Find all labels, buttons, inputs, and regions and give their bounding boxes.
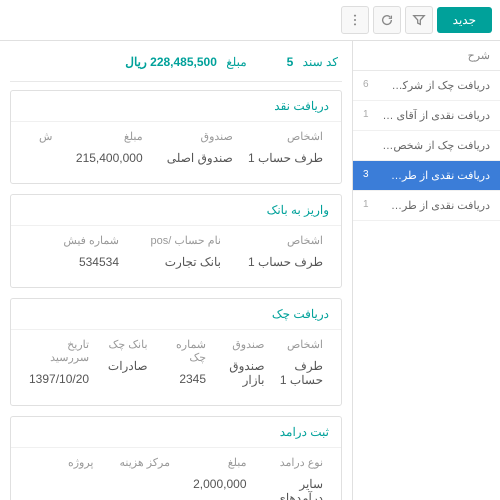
field-label: مبلغ <box>64 130 142 143</box>
sidebar-row-num: 6 <box>363 79 381 92</box>
sidebar-header: شرح <box>353 41 500 71</box>
field-value: 2345 <box>160 372 206 386</box>
sidebar-row-num: 1 <box>363 109 381 122</box>
refresh-icon[interactable] <box>373 6 401 34</box>
field-value: طرف حساب 1 <box>277 359 323 387</box>
doc-amount-label: مبلغ <box>226 55 246 69</box>
field-label: شماره چک <box>160 338 206 364</box>
field-label: نوع درامد <box>259 456 324 469</box>
field-label: شماره فیش <box>29 234 119 247</box>
doc-code-value: 5 <box>287 55 294 69</box>
cash-col-amount: مبلغ 215,400,000 <box>58 126 148 169</box>
cheque-col-person: اشخاص طرف حساب 1 <box>271 334 329 391</box>
field-label: بانک چک <box>101 338 147 351</box>
field-label: مبلغ <box>182 456 247 469</box>
field-value: 1397/10/20 <box>29 372 89 386</box>
bank-col-account: نام حساب /pos بانک تجارت <box>125 230 227 273</box>
sidebar-row-desc: دریافت نقدی از آقای احمدی ... <box>381 109 490 122</box>
sidebar-row[interactable]: دریافت چک از شرکت ایلام به... 6 <box>353 71 500 101</box>
card-income: ثبت درامد نوع درامد سایر درآمدهای عملیات… <box>10 416 342 500</box>
cash-col-fund: صندوق صندوق اصلی <box>149 126 239 169</box>
field-label: صندوق <box>155 130 233 143</box>
toolbar: جدید <box>0 0 500 41</box>
sidebar-row-desc: دریافت نقدی از طرف حساب 1... <box>381 199 490 212</box>
cash-col-extra: ش <box>23 126 58 169</box>
sidebar-row-desc: دریافت چک از شرکت ایلام به... <box>381 79 490 92</box>
sidebar-row[interactable]: دریافت نقدی از طرف حساب 1... 3 <box>353 161 500 191</box>
sidebar: شرح دریافت چک از شرکت ایلام به... 6 دریا… <box>352 41 500 500</box>
cash-col-person: اشخاص طرف حساب 1 <box>239 126 329 169</box>
doc-header: کد سند 5 مبلغ 228,485,500 ریال <box>10 49 342 82</box>
field-label: ش <box>29 130 52 143</box>
field-label: تاریخ سررسید <box>29 338 89 364</box>
card-income-title: ثبت درامد <box>11 417 341 448</box>
field-value: 534534 <box>29 255 119 269</box>
field-label: اشخاص <box>277 338 323 351</box>
card-cheque: دریافت چک اشخاص طرف حساب 1 صندوق صندوق ب… <box>10 298 342 406</box>
sidebar-row[interactable]: دریافت نقدی از آقای احمدی ... 1 <box>353 101 500 131</box>
income-col-type: نوع درامد سایر درآمدهای عملیاتی <box>253 452 330 500</box>
sidebar-row-desc: دریافت چک از شخص حقیقی... <box>381 139 490 152</box>
field-label: مرکز هزینه <box>106 456 171 469</box>
new-button[interactable]: جدید <box>437 7 492 33</box>
card-bank: واریز به بانک اشخاص طرف حساب 1 نام حساب … <box>10 194 342 288</box>
field-value: طرف حساب 1 <box>245 151 323 165</box>
sidebar-row-num: 1 <box>363 199 381 212</box>
sidebar-row-num <box>363 139 381 152</box>
income-col-amount: مبلغ 2,000,000 <box>176 452 253 500</box>
sidebar-row-desc: دریافت نقدی از طرف حساب 1... <box>381 169 490 182</box>
cheque-col-bank: بانک چک صادرات <box>95 334 153 391</box>
bank-col-person: اشخاص طرف حساب 1 <box>227 230 329 273</box>
more-icon[interactable] <box>341 6 369 34</box>
doc-code-label: کد سند <box>303 55 338 69</box>
card-bank-title: واریز به بانک <box>11 195 341 226</box>
income-col-cost-center: مرکز هزینه <box>100 452 177 500</box>
field-value: بانک تجارت <box>131 255 221 269</box>
field-value: 215,400,000 <box>64 151 142 165</box>
sidebar-header-desc: شرح <box>363 49 490 62</box>
income-col-project: پروژه <box>23 452 100 500</box>
doc-amount: مبلغ 228,485,500 ریال <box>125 55 246 69</box>
doc-amount-value: 228,485,500 ریال <box>125 55 217 69</box>
field-label: اشخاص <box>245 130 323 143</box>
content: کد سند 5 مبلغ 228,485,500 ریال دریافت نق… <box>0 41 352 500</box>
field-label: پروژه <box>29 456 94 469</box>
field-value: صادرات <box>101 359 147 373</box>
field-label: صندوق <box>218 338 264 351</box>
cheque-col-fund: صندوق صندوق بازار <box>212 334 270 391</box>
sidebar-row[interactable]: دریافت نقدی از طرف حساب 1... 1 <box>353 191 500 221</box>
sidebar-row-num: 3 <box>363 169 381 182</box>
field-label: اشخاص <box>233 234 323 247</box>
field-value: 2,000,000 <box>182 477 247 491</box>
cheque-col-due: تاریخ سررسید 1397/10/20 <box>23 334 95 391</box>
card-cash-title: دریافت نقد <box>11 91 341 122</box>
field-value: طرف حساب 1 <box>233 255 323 269</box>
cheque-col-number: شماره چک 2345 <box>154 334 212 391</box>
field-value: صندوق اصلی <box>155 151 233 165</box>
field-label: نام حساب /pos <box>131 234 221 247</box>
card-cash: دریافت نقد اشخاص طرف حساب 1 صندوق صندوق … <box>10 90 342 184</box>
bank-col-receipt: شماره فیش 534534 <box>23 230 125 273</box>
field-value: سایر درآمدهای عملیاتی <box>259 477 324 500</box>
sidebar-row[interactable]: دریافت چک از شخص حقیقی... <box>353 131 500 161</box>
doc-code: کد سند 5 <box>287 55 338 69</box>
filter-icon[interactable] <box>405 6 433 34</box>
field-value: صندوق بازار <box>218 359 264 387</box>
card-cheque-title: دریافت چک <box>11 299 341 330</box>
